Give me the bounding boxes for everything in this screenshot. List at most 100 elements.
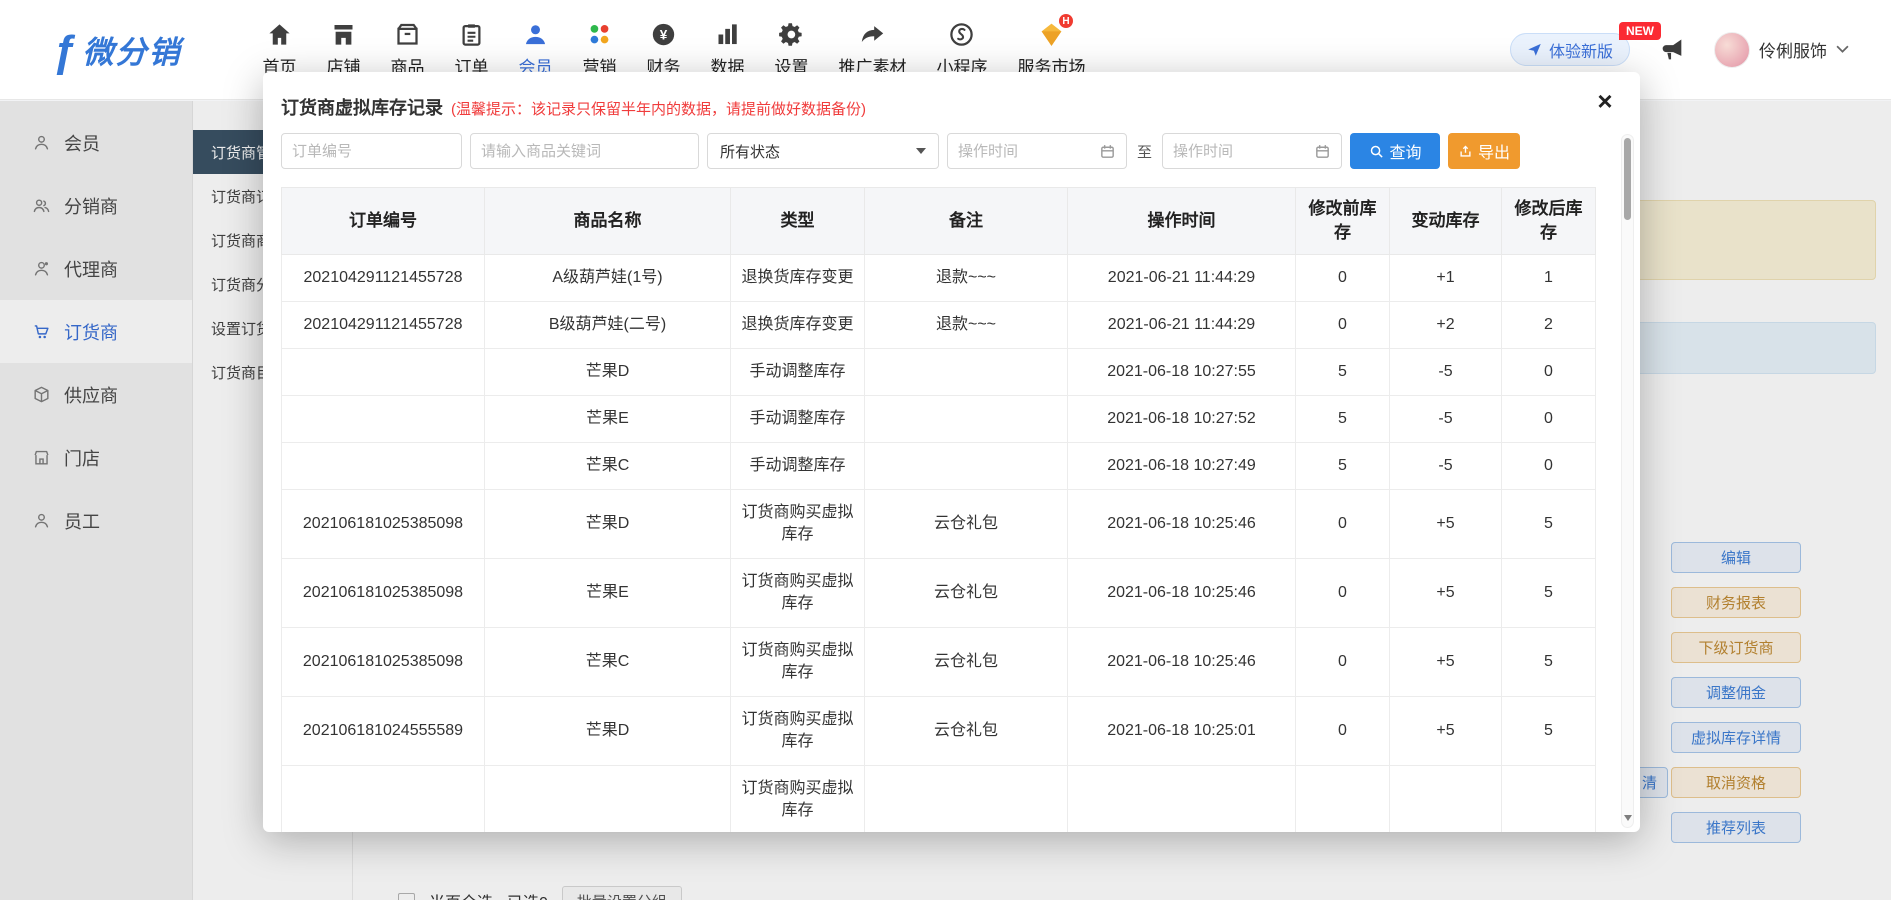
cell-type: 手动调整库存 — [731, 443, 865, 490]
cell-product-name: 芒果C — [485, 443, 731, 490]
cell-note: 云仓礼包 — [865, 628, 1068, 697]
cell-note — [865, 349, 1068, 396]
time-to-picker[interactable] — [1162, 133, 1342, 169]
nav-item-market[interactable]: H 服务市场 — [1002, 21, 1100, 78]
cell-time: 2021-06-18 10:25:01 — [1068, 697, 1296, 766]
export-button[interactable]: 导出 — [1448, 133, 1520, 169]
nav-item-miniapp[interactable]: 小程序 — [921, 21, 1002, 78]
column-header: 修改后库存 — [1502, 188, 1596, 255]
cell-order-no: 202104291121455728 — [282, 302, 485, 349]
cell-stock-change: +5 — [1390, 628, 1502, 697]
cell-stock-change: +2 — [1390, 302, 1502, 349]
scroll-down-arrow[interactable] — [1624, 815, 1632, 821]
cell-order-no — [282, 766, 485, 833]
cell-stock-change: +5 — [1390, 697, 1502, 766]
table-row[interactable]: 订货商购买虚拟库存 — [282, 766, 1596, 833]
cell-stock-before: 0 — [1296, 628, 1390, 697]
search-icon — [1369, 144, 1384, 159]
column-header: 类型 — [731, 188, 865, 255]
cell-note: 退款~~~ — [865, 255, 1068, 302]
cell-time: 2021-06-18 10:27:52 — [1068, 396, 1296, 443]
cell-stock-after: 0 — [1502, 443, 1596, 490]
cell-stock-before: 0 — [1296, 559, 1390, 628]
cell-stock-after: 5 — [1502, 628, 1596, 697]
cell-note: 退款~~~ — [865, 302, 1068, 349]
cell-note — [865, 766, 1068, 833]
cell-product-name: B级葫芦娃(二号) — [485, 302, 731, 349]
nav-item-data[interactable]: 数据 — [695, 21, 759, 78]
cell-stock-before: 5 — [1296, 349, 1390, 396]
table-row[interactable]: 202106181025385098 芒果D 订货商购买虚拟库存 云仓礼包 20… — [282, 490, 1596, 559]
table-row[interactable]: 202104291121455728 A级葫芦娃(1号) 退换货库存变更 退款~… — [282, 255, 1596, 302]
cell-stock-change: +1 — [1390, 255, 1502, 302]
order-no-input[interactable] — [281, 133, 462, 169]
table-row[interactable]: 芒果D 手动调整库存 2021-06-18 10:27:55 5 -5 0 — [282, 349, 1596, 396]
nav-item-finance[interactable]: ¥ 财务 — [631, 21, 695, 78]
modal-hint: (温馨提示：该记录只保留半年内的数据，请提前做好数据备份) — [451, 98, 866, 119]
keyword-input[interactable] — [470, 133, 699, 169]
cell-stock-before: 0 — [1296, 490, 1390, 559]
time-from-picker[interactable] — [947, 133, 1127, 169]
orders-icon — [458, 21, 485, 48]
cell-product-name: 芒果D — [485, 490, 731, 559]
cell-order-no: 202106181024555589 — [282, 697, 485, 766]
cell-type: 订货商购买虚拟库存 — [731, 490, 865, 559]
nav-item-shop[interactable]: 店铺 — [311, 21, 375, 78]
try-new-version-button[interactable]: 体验新版 NEW — [1510, 33, 1630, 66]
table-row[interactable]: 202106181025385098 芒果C 订货商购买虚拟库存 云仓礼包 20… — [282, 628, 1596, 697]
cell-stock-after: 0 — [1502, 396, 1596, 443]
time-from-input[interactable] — [958, 143, 1078, 160]
cell-time: 2021-06-18 10:27:55 — [1068, 349, 1296, 396]
table-row[interactable]: 202106181025385098 芒果E 订货商购买虚拟库存 云仓礼包 20… — [282, 559, 1596, 628]
cell-stock-before: 5 — [1296, 443, 1390, 490]
scrollbar-thumb[interactable] — [1624, 138, 1631, 220]
virtual-stock-records-modal: × 订货商虚拟库存记录 (温馨提示：该记录只保留半年内的数据，请提前做好数据备份… — [263, 72, 1640, 832]
calendar-icon — [1099, 143, 1116, 160]
nav-item-goods[interactable]: 商品 — [375, 21, 439, 78]
cell-stock-change — [1390, 766, 1502, 833]
app-logo[interactable]: ƒ 微分销 — [52, 27, 181, 72]
cell-stock-change: -5 — [1390, 396, 1502, 443]
search-button[interactable]: 查询 — [1350, 133, 1440, 169]
modal-title: 订货商虚拟库存记录 — [281, 94, 443, 120]
finance-icon: ¥ — [650, 21, 677, 48]
modal-scrollbar[interactable] — [1621, 134, 1634, 828]
close-icon[interactable]: × — [1590, 86, 1620, 116]
data-icon — [714, 21, 741, 48]
cell-product-name: 芒果D — [485, 697, 731, 766]
rocket-icon — [1527, 42, 1542, 57]
nav-item-orders[interactable]: 订单 — [439, 21, 503, 78]
table-row[interactable]: 芒果E 手动调整库存 2021-06-18 10:27:52 5 -5 0 — [282, 396, 1596, 443]
time-to-input[interactable] — [1173, 143, 1293, 160]
cell-stock-after: 5 — [1502, 559, 1596, 628]
user-menu[interactable]: 伶俐服饰 — [1714, 32, 1849, 68]
nav-item-settings[interactable]: 设置 — [759, 21, 823, 78]
cell-type: 订货商购买虚拟库存 — [731, 697, 865, 766]
cell-stock-after: 0 — [1502, 349, 1596, 396]
svg-text:¥: ¥ — [660, 27, 668, 42]
cell-order-no: 202106181025385098 — [282, 490, 485, 559]
cell-note: 云仓礼包 — [865, 697, 1068, 766]
chevron-down-icon — [916, 148, 926, 154]
cell-stock-before — [1296, 766, 1390, 833]
column-header: 订单编号 — [282, 188, 485, 255]
nav-item-promo[interactable]: 推广素材 — [823, 21, 921, 78]
modal-header: 订货商虚拟库存记录 (温馨提示：该记录只保留半年内的数据，请提前做好数据备份) — [263, 72, 1640, 120]
nav-item-marketing[interactable]: 营销 — [567, 21, 631, 78]
status-select[interactable]: 所有状态 — [707, 133, 939, 169]
cell-time: 2021-06-21 11:44:29 — [1068, 302, 1296, 349]
table-row[interactable]: 芒果C 手动调整库存 2021-06-18 10:27:49 5 -5 0 — [282, 443, 1596, 490]
cell-stock-after: 2 — [1502, 302, 1596, 349]
cell-order-no — [282, 443, 485, 490]
cell-note — [865, 443, 1068, 490]
to-label: 至 — [1135, 141, 1154, 162]
cell-product-name: 芒果C — [485, 628, 731, 697]
nav-item-home[interactable]: 首页 — [247, 21, 311, 78]
table-row[interactable]: 202104291121455728 B级葫芦娃(二号) 退换货库存变更 退款~… — [282, 302, 1596, 349]
table-row[interactable]: 202106181024555589 芒果D 订货商购买虚拟库存 云仓礼包 20… — [282, 697, 1596, 766]
nav-item-members[interactable]: 会员 — [503, 21, 567, 78]
announcement-icon[interactable] — [1658, 36, 1686, 64]
records-table: 订单编号 商品名称 类型 备注 操作时间 修改前库存 变动库存 修改后库存 — [281, 187, 1596, 832]
goods-icon — [394, 21, 421, 48]
column-header: 备注 — [865, 188, 1068, 255]
